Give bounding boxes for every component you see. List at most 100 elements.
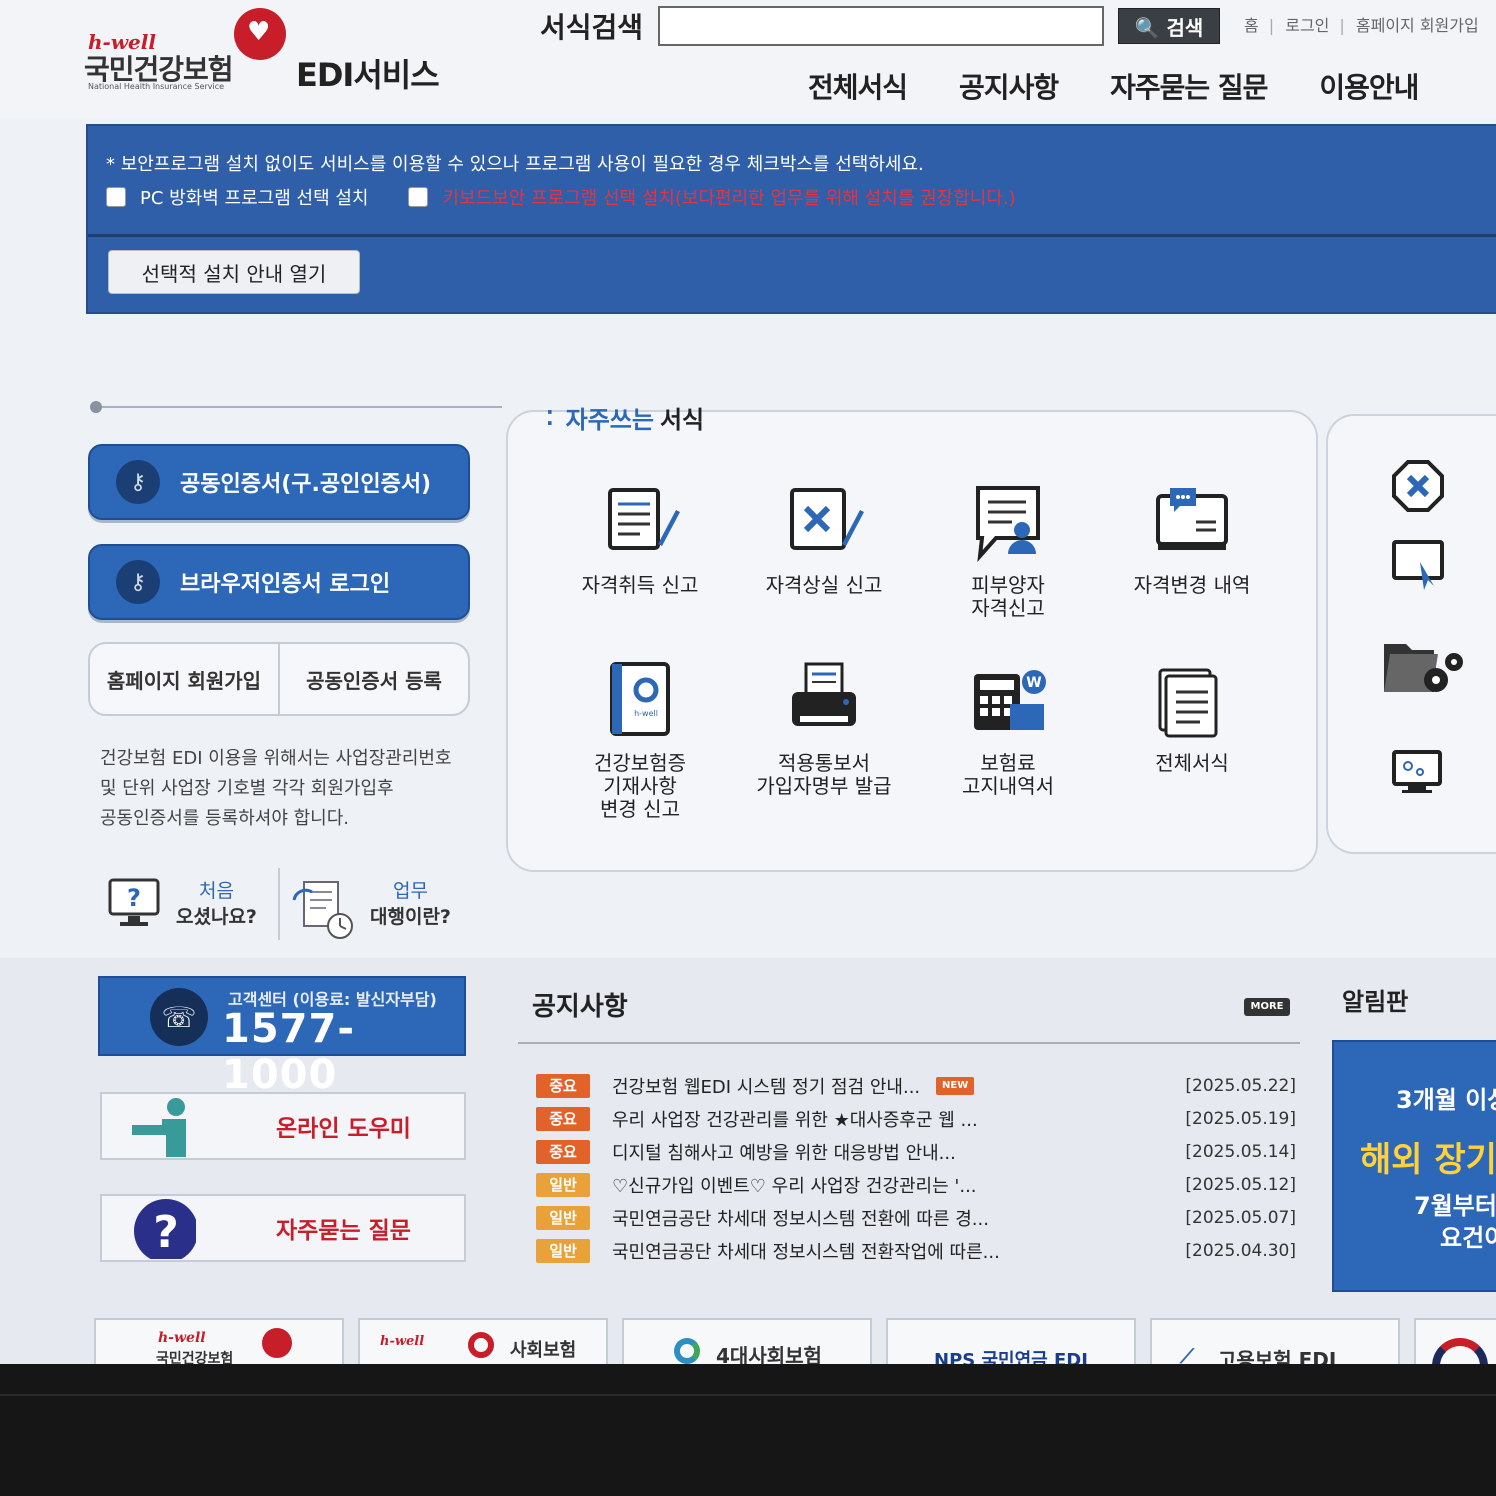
heart-icon (234, 8, 286, 60)
notice-badge: 일반 (536, 1206, 590, 1230)
folder-gear-icon[interactable] (1380, 630, 1468, 702)
firewall-label: PC 방화벽 프로그램 선택 설치 (140, 188, 369, 209)
customer-center: ☏ 고객센터 (이용료: 발신자부담) 1577-1000 (98, 976, 466, 1098)
notice-title[interactable]: 건강보험 웹EDI 시스템 정기 점검 안내... (612, 1073, 920, 1099)
notice-row[interactable]: 중요 건강보험 웹EDI 시스템 정기 점검 안내... NEW [2025.05.2… (536, 1072, 1296, 1100)
banner-partial[interactable] (1414, 1318, 1496, 1364)
agency-info-link[interactable]: 업무 대행이란? (290, 868, 451, 940)
fav-qualification-change[interactable]: 자격변경 내역 (1102, 482, 1282, 597)
customer-center-phone: 1577-1000 (222, 1006, 355, 1098)
svg-text:?: ? (153, 1207, 179, 1258)
browser-cert-login-button[interactable]: ⚷ 브라우저인증서 로그인 (88, 544, 470, 620)
firewall-option[interactable]: PC 방화벽 프로그램 선택 설치 (106, 184, 368, 210)
login-note: 건강보험 EDI 이용을 위해서는 사업장관리번호 및 단위 사업장 기호별 각… (100, 748, 452, 829)
notice-more-button[interactable]: MORE (1244, 998, 1290, 1016)
notice-divider (88, 234, 1496, 237)
banner-social-insurance[interactable]: h-well 사회보험 (358, 1318, 608, 1364)
notice-title[interactable]: 디지털 침해사고 예방을 위한 대응방법 안내... (612, 1139, 956, 1165)
nav-faq[interactable]: 자주묻는 질문 (1110, 66, 1268, 106)
monitor-chat-icon (1152, 482, 1232, 562)
fav-notification-issue[interactable]: 적용통보서 가입자명부 발급 (734, 660, 914, 798)
header: h-well 국민건강보험 National Health Insurance … (0, 0, 1496, 118)
first-visit-link[interactable]: ? 처음 오셨나요? (106, 868, 257, 940)
key-icon: ⚷ (116, 560, 160, 604)
service-title: EDI서비스 (296, 56, 440, 94)
online-help-button[interactable]: 온라인 도우미 (100, 1092, 466, 1160)
notice-row[interactable]: 일반 국민연금공단 차세대 정보시스템 전환작업에 따른... [2025.04.3… (536, 1237, 1296, 1265)
keyboard-security-option[interactable]: 키보드보안 프로그램 선택 설치(보다편리한 업무를 위해 설치를 권장합니다.… (408, 184, 1016, 210)
notice-row[interactable]: 중요 우리 사업장 건강관리를 위한 ★대사증후군 웹 ... [2025.05.1… (536, 1105, 1296, 1133)
board-banner[interactable]: 3개월 이상 해외 장기 7월부터 요건이 (1332, 1040, 1496, 1292)
notice-title[interactable]: 우리 사업장 건강관리를 위한 ★대사증후군 웹 ... (612, 1106, 978, 1132)
svg-text:?: ? (127, 884, 141, 912)
notice-section-title: 공지사항 (532, 992, 628, 1022)
notice-badge: 일반 (536, 1173, 590, 1197)
screen-cursor-icon[interactable] (1390, 536, 1446, 592)
notice-date: [2025.05.22] (1185, 1076, 1296, 1096)
keyboard-security-checkbox[interactable] (408, 187, 429, 207)
emblem-icon (1432, 1338, 1488, 1364)
cert-login-label: 공동인증서(구.공인인증서) (180, 472, 432, 497)
document-pen-icon (600, 482, 680, 562)
nhis-logo[interactable]: h-well 국민건강보험 National Health Insurance … (84, 8, 294, 92)
banner-4-insurance[interactable]: 4대사회보험 (622, 1318, 872, 1364)
nav-all-forms[interactable]: 전체서식 (808, 66, 908, 106)
banner-employment-edi[interactable]: ⟋ 고용보험 EDI (1150, 1318, 1400, 1364)
fav-qualification-loss[interactable]: 자격상실 신고 (734, 482, 914, 597)
notice-badge: 중요 (536, 1107, 590, 1131)
nav-guide[interactable]: 이용안내 (1319, 66, 1419, 106)
homepage-join-button[interactable]: 홈페이지 회원가입 (90, 644, 278, 714)
document-x-icon (784, 482, 864, 562)
cert-login-button[interactable]: ⚷ 공동인증서(구.공인인증서) (88, 444, 470, 520)
fav-all-forms[interactable]: 전체서식 (1102, 660, 1282, 775)
notice-badge: 중요 (536, 1140, 590, 1164)
banner-nps-edi[interactable]: NPS 국민연금 EDI (886, 1318, 1136, 1364)
register-cert-button[interactable]: 공동인증서 등록 (278, 644, 468, 714)
main-nav: 전체서식 공지사항 자주묻는 질문 이용안내 (808, 66, 1419, 106)
home-link[interactable]: 홈 (1244, 16, 1259, 35)
notice-row[interactable]: 일반 국민연금공단 차세대 정보시스템 전환에 따른 경... [2025.05.0… (536, 1204, 1296, 1232)
phone-icon: ☏ (150, 988, 208, 1046)
browser-cert-label: 브라우저인증서 로그인 (180, 572, 391, 597)
signup-link[interactable]: 홈페이지 회원가입 (1356, 16, 1479, 35)
notice-title[interactable]: 국민연금공단 차세대 정보시스템 전환에 따른 경... (612, 1205, 989, 1231)
nav-notices[interactable]: 공지사항 (959, 66, 1059, 106)
search-input[interactable] (658, 6, 1104, 46)
notice-title[interactable]: 국민연금공단 차세대 정보시스템 전환작업에 따른... (612, 1238, 1000, 1264)
printer-icon (784, 660, 864, 740)
svg-text:h-well: h-well (634, 709, 658, 718)
close-circle-icon[interactable] (1390, 458, 1446, 514)
fav-card-change[interactable]: h-well 건강보험증 기재사항 변경 신고 (550, 660, 730, 821)
fav-qualification-acquire[interactable]: 자격취득 신고 (550, 482, 730, 597)
insurance-card-icon: h-well (600, 660, 680, 740)
logo-eng-name: National Health Insurance Service (88, 82, 225, 91)
notice-row[interactable]: 중요 디지털 침해사고 예방을 위한 대응방법 안내... [2025.05.14] (536, 1138, 1296, 1166)
security-notice-text: * 보안프로그램 설치 없이도 서비스를 이용할 수 있으나 프로그램 사용이 … (106, 154, 924, 175)
document-clock-icon (290, 876, 356, 939)
search-button[interactable]: 🔍 검색 (1118, 8, 1220, 44)
search-label: 서식검색 (540, 11, 644, 44)
monitor-settings-icon[interactable] (1390, 746, 1446, 802)
faq-button[interactable]: ? 자주묻는 질문 (100, 1194, 466, 1263)
notice-date: [2025.05.19] (1185, 1109, 1296, 1129)
notice-date: [2025.04.30] (1185, 1241, 1296, 1261)
svg-text:W: W (1026, 675, 1041, 691)
login-link[interactable]: 로그인 (1285, 16, 1329, 35)
banner-nhis[interactable]: h-well 국민건강보험 (94, 1318, 344, 1364)
fav-premium-statement[interactable]: W 보험료 고지내역서 (918, 660, 1098, 798)
person-speech-icon (968, 482, 1048, 563)
heart-icon (262, 1328, 292, 1358)
notice-title[interactable]: ♡신규가입 이벤트♡ 우리 사업장 건강관리는 '... (612, 1172, 977, 1198)
notice-row[interactable]: 일반 ♡신규가입 이벤트♡ 우리 사업장 건강관리는 '... [2025.05.1… (536, 1171, 1296, 1199)
firewall-checkbox[interactable] (106, 187, 126, 207)
security-notice: * 보안프로그램 설치 없이도 서비스를 이용할 수 있으나 프로그램 사용이 … (86, 124, 1496, 314)
install-guide-button[interactable]: 선택적 설치 안내 열기 (108, 250, 360, 294)
notice-badge: 중요 (536, 1074, 590, 1098)
notice-date: [2025.05.12] (1185, 1175, 1296, 1195)
fav-dependent-report[interactable]: 피부양자 자격신고 (918, 482, 1098, 620)
notice-date: [2025.05.14] (1185, 1142, 1296, 1162)
calculator-icon: W (968, 660, 1048, 740)
person-pointing-icon (126, 1095, 196, 1157)
swoosh-logo-icon: ⟋ (1180, 1344, 1194, 1364)
heart-icon (468, 1332, 494, 1358)
